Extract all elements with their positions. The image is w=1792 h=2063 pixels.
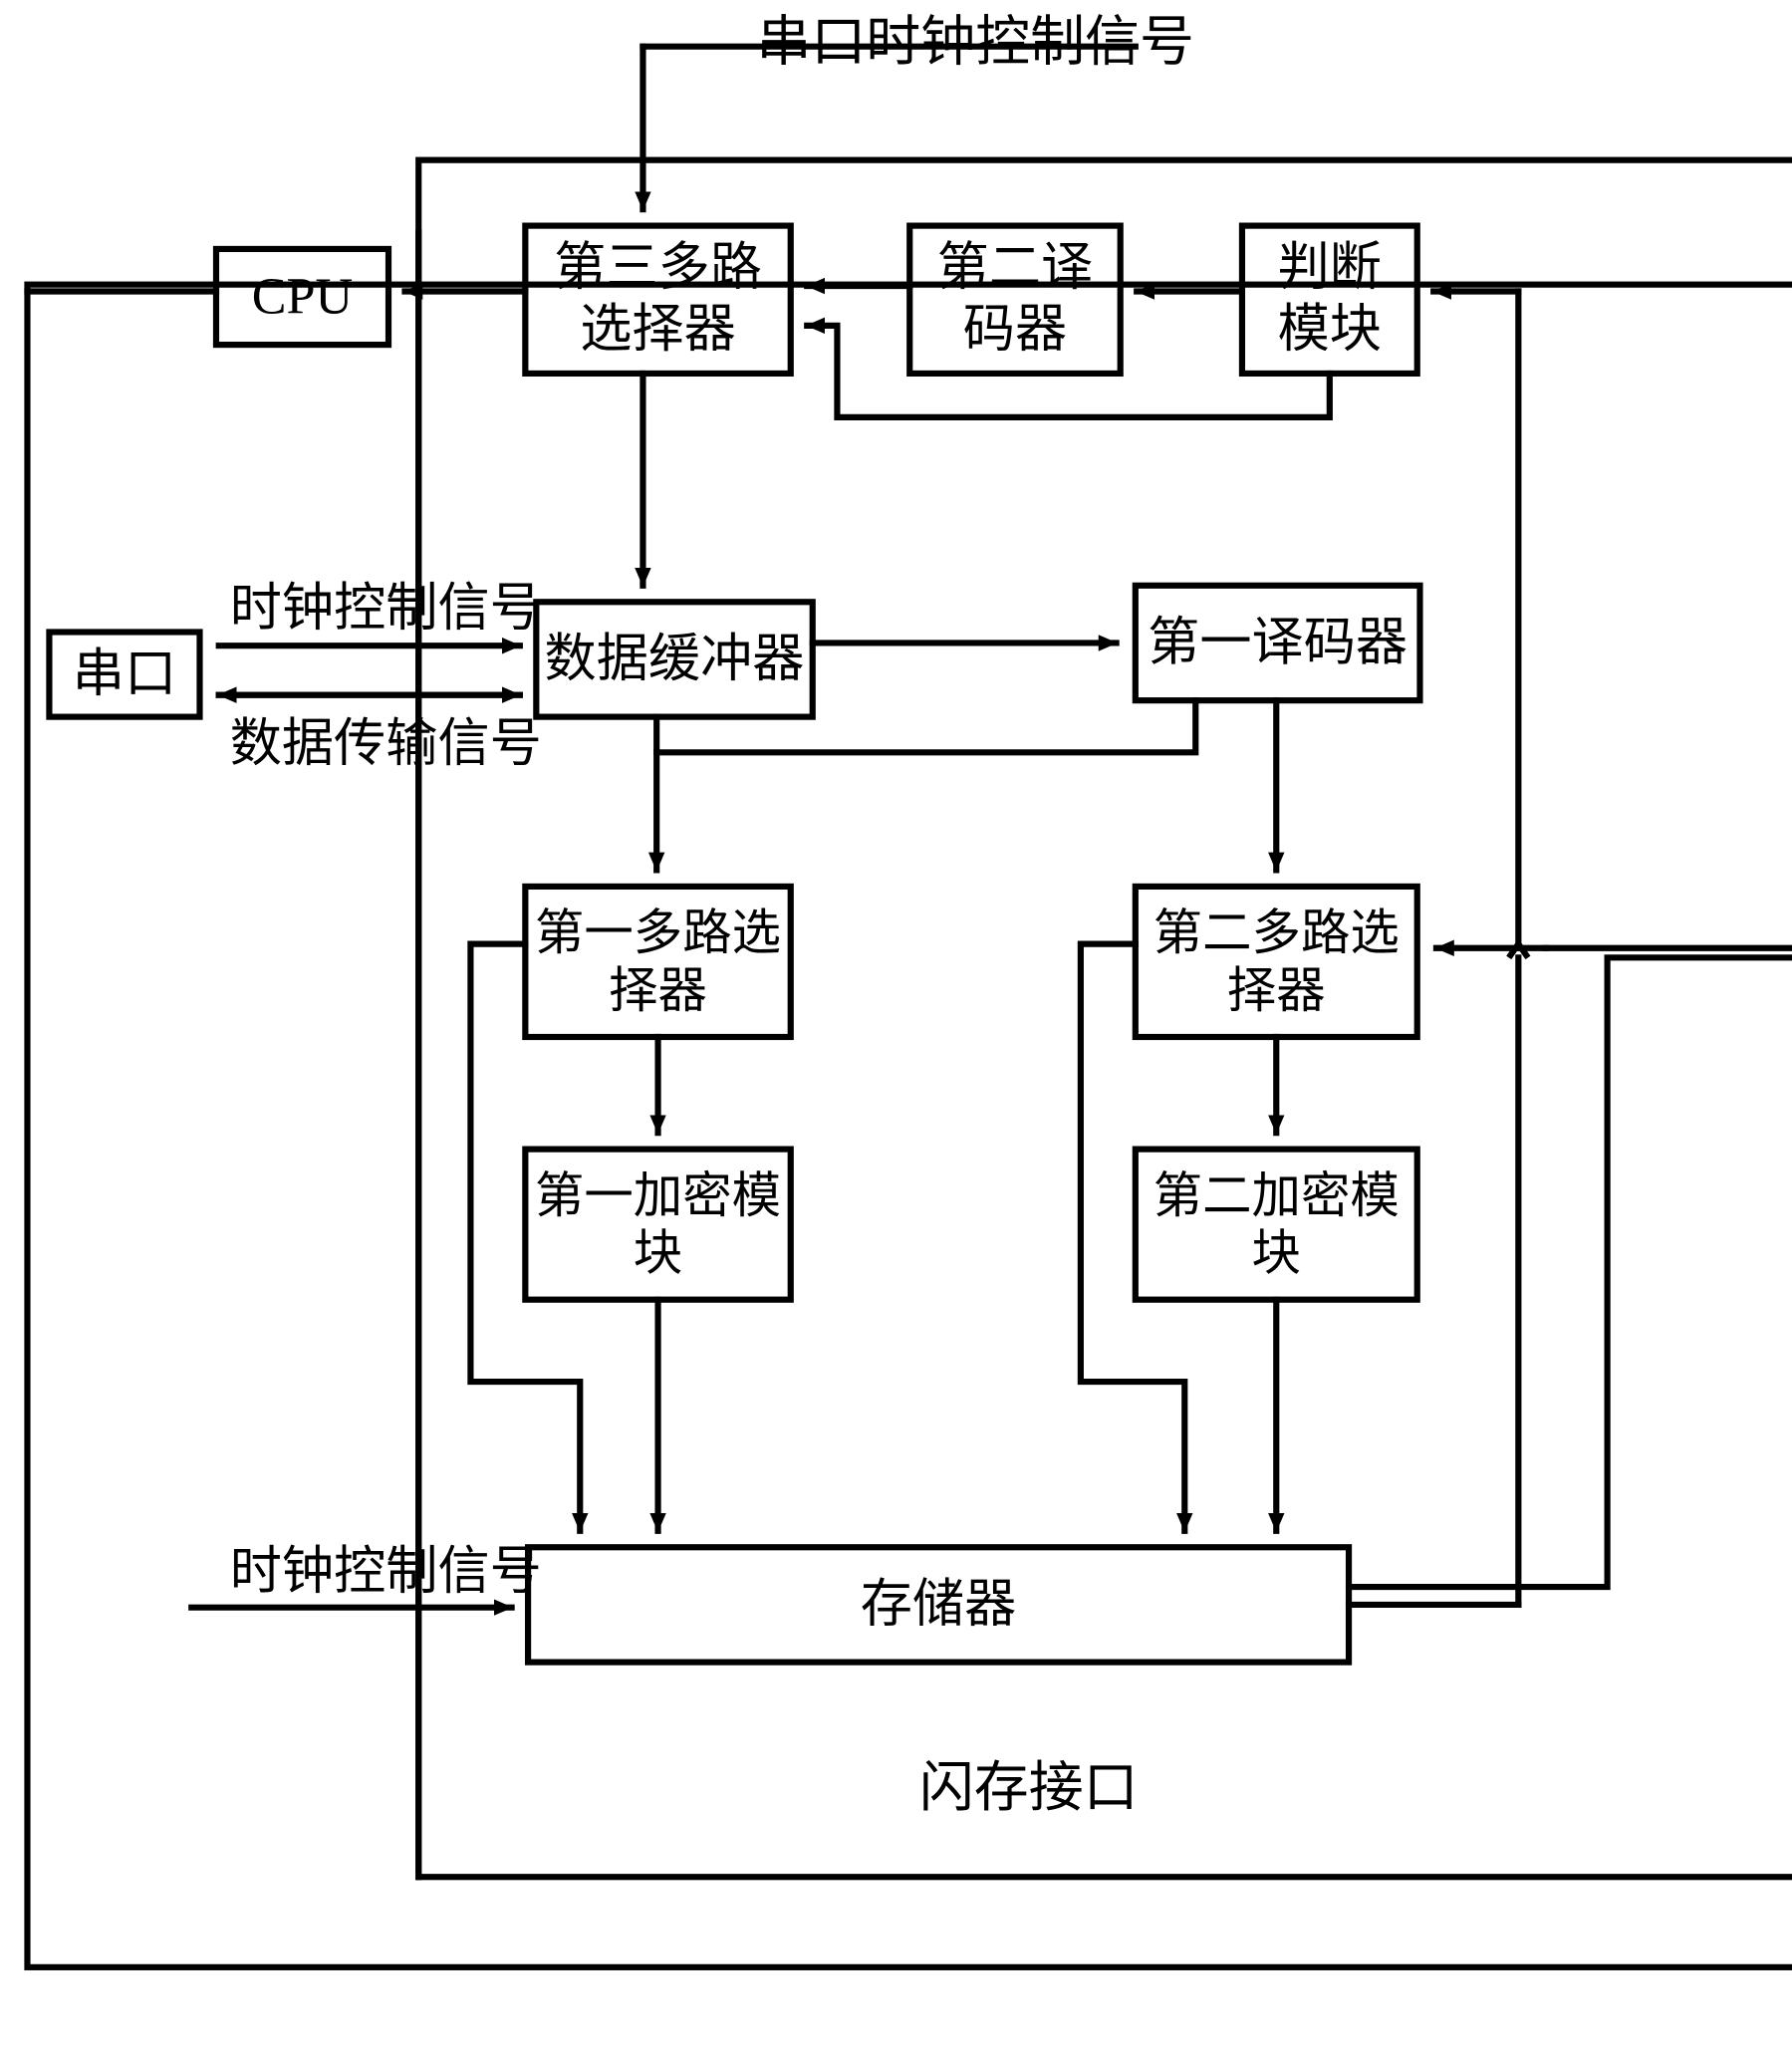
box-serial-port <box>46 629 203 720</box>
box-second-encrypt <box>1132 1146 1420 1303</box>
box-first-mux <box>522 883 794 1041</box>
box-memory <box>524 1544 1353 1666</box>
label-flash-interface: 闪存接口 <box>918 1756 1139 1819</box>
box-judge-module <box>1238 222 1420 378</box>
box-first-encrypt <box>522 1146 794 1303</box>
label-clock-control-signal-top: 时钟控制信号 <box>229 580 542 638</box>
box-second-mux <box>1132 883 1420 1041</box>
wire-first-decoder-to-first-mux-branch <box>653 697 1199 756</box>
figure-canvas: 串口时钟控制信号 CPU 第三多路 选择器 第二译 码器 判断 模块 串口 数据… <box>0 0 1792 2063</box>
label-data-transfer-signal: 数据传输信号 <box>229 715 542 773</box>
block-diagram-svg <box>24 43 1792 1970</box>
box-first-decoder <box>1132 582 1423 704</box>
box-cpu <box>212 245 392 349</box>
label-clock-control-signal-bottom: 时钟控制信号 <box>229 1543 542 1601</box>
box-data-buffer <box>533 599 816 720</box>
box-second-decoder <box>906 222 1124 378</box>
outer-boundary <box>24 281 1792 1970</box>
box-third-mux <box>522 222 794 378</box>
label-serial-clock-control-signal: 串口时钟控制信号 <box>756 10 1194 73</box>
